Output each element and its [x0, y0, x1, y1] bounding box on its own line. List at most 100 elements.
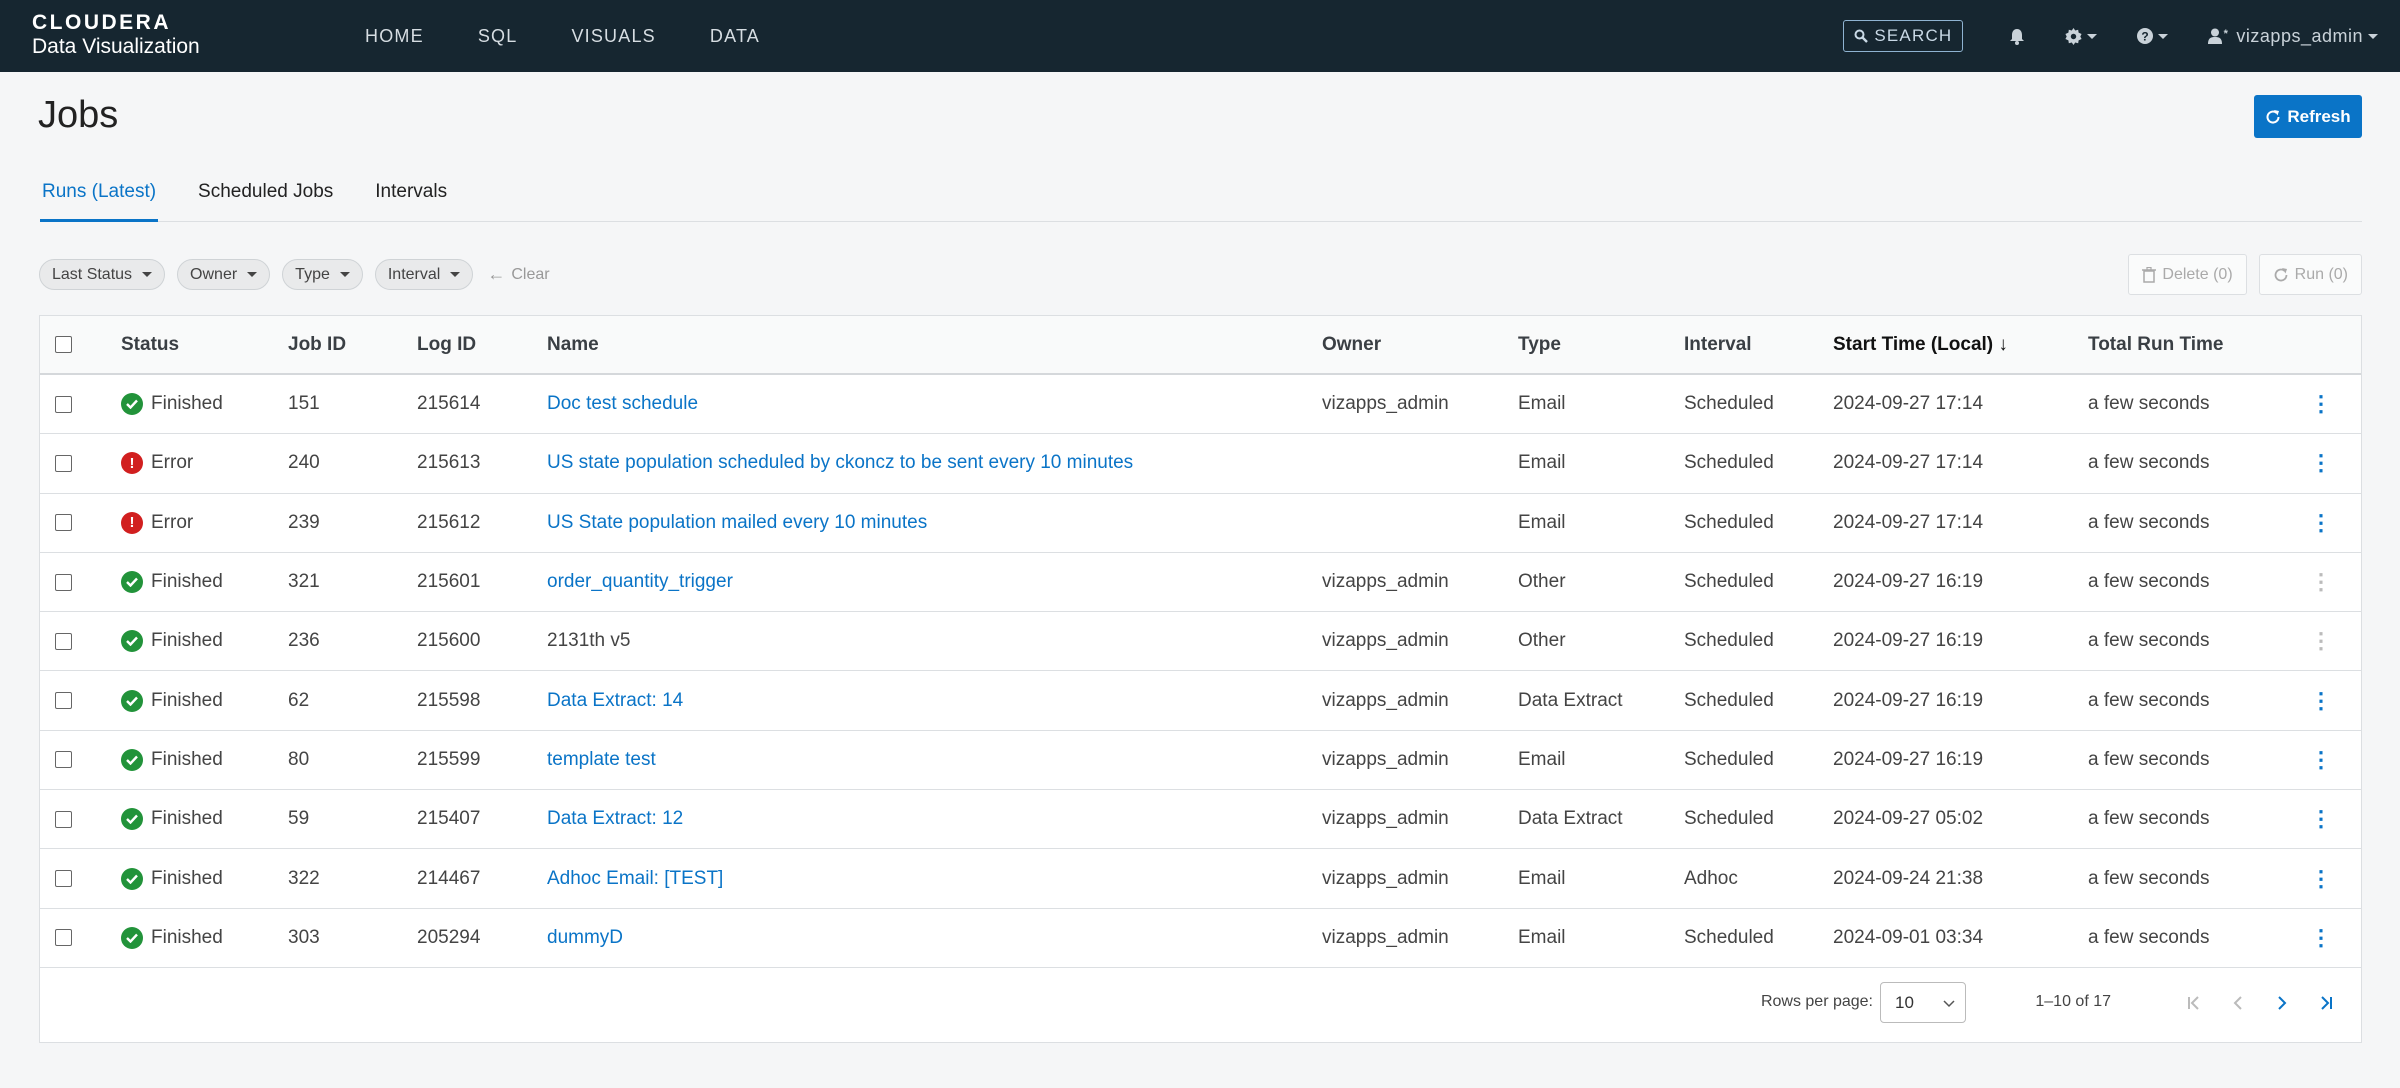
col-name[interactable]: Name: [547, 316, 599, 373]
col-start-time[interactable]: Start Time (Local) ↓: [1833, 316, 2008, 373]
row-checkbox[interactable]: [55, 573, 72, 591]
cell-name[interactable]: Adhoc Email: [TEST]: [547, 849, 723, 907]
help-menu[interactable]: ?: [2137, 28, 2169, 44]
last-page-button[interactable]: [2311, 988, 2341, 1018]
row-actions-kebab-icon[interactable]: ⋮: [2310, 866, 2332, 892]
col-interval[interactable]: Interval: [1684, 316, 1752, 373]
cell-name[interactable]: Data Extract: 12: [547, 790, 683, 848]
table-row[interactable]: Finished dummyD 303 205294 vizapps_admin Emai…: [40, 909, 2361, 968]
tab-scheduled-jobs[interactable]: Scheduled Jobs: [196, 180, 335, 222]
brand-logo[interactable]: CLOUDERA Data Visualization: [32, 12, 200, 59]
prev-page-button[interactable]: [2223, 988, 2253, 1018]
row-checkbox[interactable]: [55, 514, 72, 532]
filter-owner[interactable]: Owner: [177, 259, 271, 290]
cell-type: Email: [1518, 748, 1566, 770]
cell-interval: Scheduled: [1684, 926, 1774, 948]
cell-name[interactable]: Data Extract: 14: [547, 671, 683, 729]
row-checkbox[interactable]: [55, 692, 72, 710]
cell-status: Finished: [121, 909, 223, 967]
refresh-button[interactable]: Refresh: [2254, 95, 2362, 138]
cell-type: Email: [1518, 511, 1566, 533]
row-actions-kebab-icon[interactable]: ⋮: [2310, 628, 2332, 654]
chevron-down-icon: [1943, 1000, 1955, 1008]
filter-last-status[interactable]: Last Status: [39, 259, 166, 290]
row-actions-kebab-icon[interactable]: ⋮: [2310, 391, 2332, 417]
cell-name[interactable]: order_quantity_trigger: [547, 553, 733, 611]
cell-owner: vizapps_admin: [1322, 808, 1449, 830]
row-checkbox[interactable]: [55, 395, 72, 413]
cell-interval: Scheduled: [1684, 511, 1774, 533]
col-total-run-time[interactable]: Total Run Time: [2088, 316, 2223, 373]
nav-sql[interactable]: SQL: [478, 26, 518, 47]
row-actions-kebab-icon[interactable]: ⋮: [2310, 450, 2332, 476]
filter-type[interactable]: Type: [282, 259, 363, 290]
cell-run-time: a few seconds: [2088, 511, 2210, 533]
cell-name[interactable]: template test: [547, 731, 656, 789]
nav-data[interactable]: DATA: [710, 26, 760, 47]
nav-home[interactable]: HOME: [365, 26, 424, 47]
delete-button[interactable]: Delete (0): [2128, 254, 2247, 295]
select-all-checkbox[interactable]: [55, 336, 72, 353]
settings-menu[interactable]: [2065, 27, 2098, 45]
row-checkbox[interactable]: [55, 751, 72, 769]
table-row[interactable]: Finished Data Extract: 14 62 215598 vizapps_…: [40, 671, 2361, 731]
row-actions-kebab-icon[interactable]: ⋮: [2310, 569, 2332, 595]
col-status[interactable]: Status: [121, 316, 179, 373]
cell-status: Finished: [121, 553, 223, 611]
cell-log-id: 215598: [417, 689, 481, 711]
table-row[interactable]: Finished order_quantity_trigger 321 215601 v…: [40, 553, 2361, 613]
rows-per-page-select[interactable]: 10: [1880, 982, 1966, 1023]
col-job-id[interactable]: Job ID: [288, 316, 346, 373]
row-actions-kebab-icon[interactable]: ⋮: [2310, 806, 2332, 832]
row-checkbox[interactable]: [55, 810, 72, 828]
next-page-button[interactable]: [2267, 988, 2297, 1018]
chevron-down-icon: [2158, 33, 2169, 39]
cell-type: Email: [1518, 452, 1566, 474]
chevron-down-icon: [2087, 33, 2098, 39]
cell-job-id: 303: [288, 926, 320, 948]
table-row[interactable]: ! Error US state population scheduled by c…: [40, 434, 2361, 494]
cell-name[interactable]: dummyD: [547, 909, 623, 967]
row-checkbox[interactable]: [55, 632, 72, 650]
cell-log-id: 214467: [417, 867, 481, 889]
clear-filters-button[interactable]: ← Clear: [487, 264, 549, 285]
user-menu[interactable]: * vizapps_admin: [2208, 26, 2378, 47]
cell-name[interactable]: US State population mailed every 10 minu…: [547, 494, 927, 552]
search-button[interactable]: SEARCH: [1843, 20, 1964, 52]
cell-interval: Scheduled: [1684, 808, 1774, 830]
cell-name[interactable]: US state population scheduled by ckoncz …: [547, 434, 1133, 492]
cell-type: Data Extract: [1518, 689, 1623, 711]
table-row[interactable]: ! Error US State population mailed every 1…: [40, 494, 2361, 553]
cell-run-time: a few seconds: [2088, 571, 2210, 593]
tab-intervals[interactable]: Intervals: [373, 180, 449, 222]
row-checkbox[interactable]: [55, 870, 72, 888]
cell-job-id: 239: [288, 511, 320, 533]
row-actions-kebab-icon[interactable]: ⋮: [2310, 510, 2332, 536]
cell-type: Other: [1518, 630, 1566, 652]
first-page-button[interactable]: [2179, 988, 2209, 1018]
col-log-id[interactable]: Log ID: [417, 316, 476, 373]
cell-name[interactable]: Doc test schedule: [547, 375, 698, 433]
nav-visuals[interactable]: VISUALS: [571, 26, 655, 47]
col-owner[interactable]: Owner: [1322, 316, 1381, 373]
col-type[interactable]: Type: [1518, 316, 1561, 373]
table-row[interactable]: Finished Data Extract: 12 59 215407 vizapps_…: [40, 790, 2361, 850]
row-actions-kebab-icon[interactable]: ⋮: [2310, 688, 2332, 714]
filter-interval[interactable]: Interval: [374, 259, 474, 290]
row-actions-kebab-icon[interactable]: ⋮: [2310, 925, 2332, 951]
row-checkbox[interactable]: [55, 929, 72, 947]
status-text: Finished: [151, 689, 223, 711]
table-row[interactable]: Finished template test 80 215599 vizapps_adm…: [40, 731, 2361, 791]
row-actions-kebab-icon[interactable]: ⋮: [2310, 747, 2332, 773]
run-button[interactable]: Run (0): [2258, 254, 2362, 295]
bulk-actions: Delete (0) Run (0): [2116, 254, 2362, 295]
check-circle-icon: [121, 748, 143, 771]
row-checkbox[interactable]: [55, 454, 72, 472]
table-row[interactable]: Finished 2131th v5 236 215600 vizapps_admin O…: [40, 612, 2361, 672]
tab-runs-latest[interactable]: Runs (Latest): [40, 180, 159, 222]
cell-start-time: 2024-09-24 21:38: [1833, 867, 1984, 889]
rows-per-page-label: Rows per page:: [1760, 993, 1873, 1010]
table-row[interactable]: Finished Adhoc Email: [TEST] 322 214467 viza…: [40, 849, 2361, 909]
table-row[interactable]: Finished Doc test schedule 151 215614 vizapp…: [40, 375, 2361, 435]
notifications-button[interactable]: [2009, 28, 2025, 45]
